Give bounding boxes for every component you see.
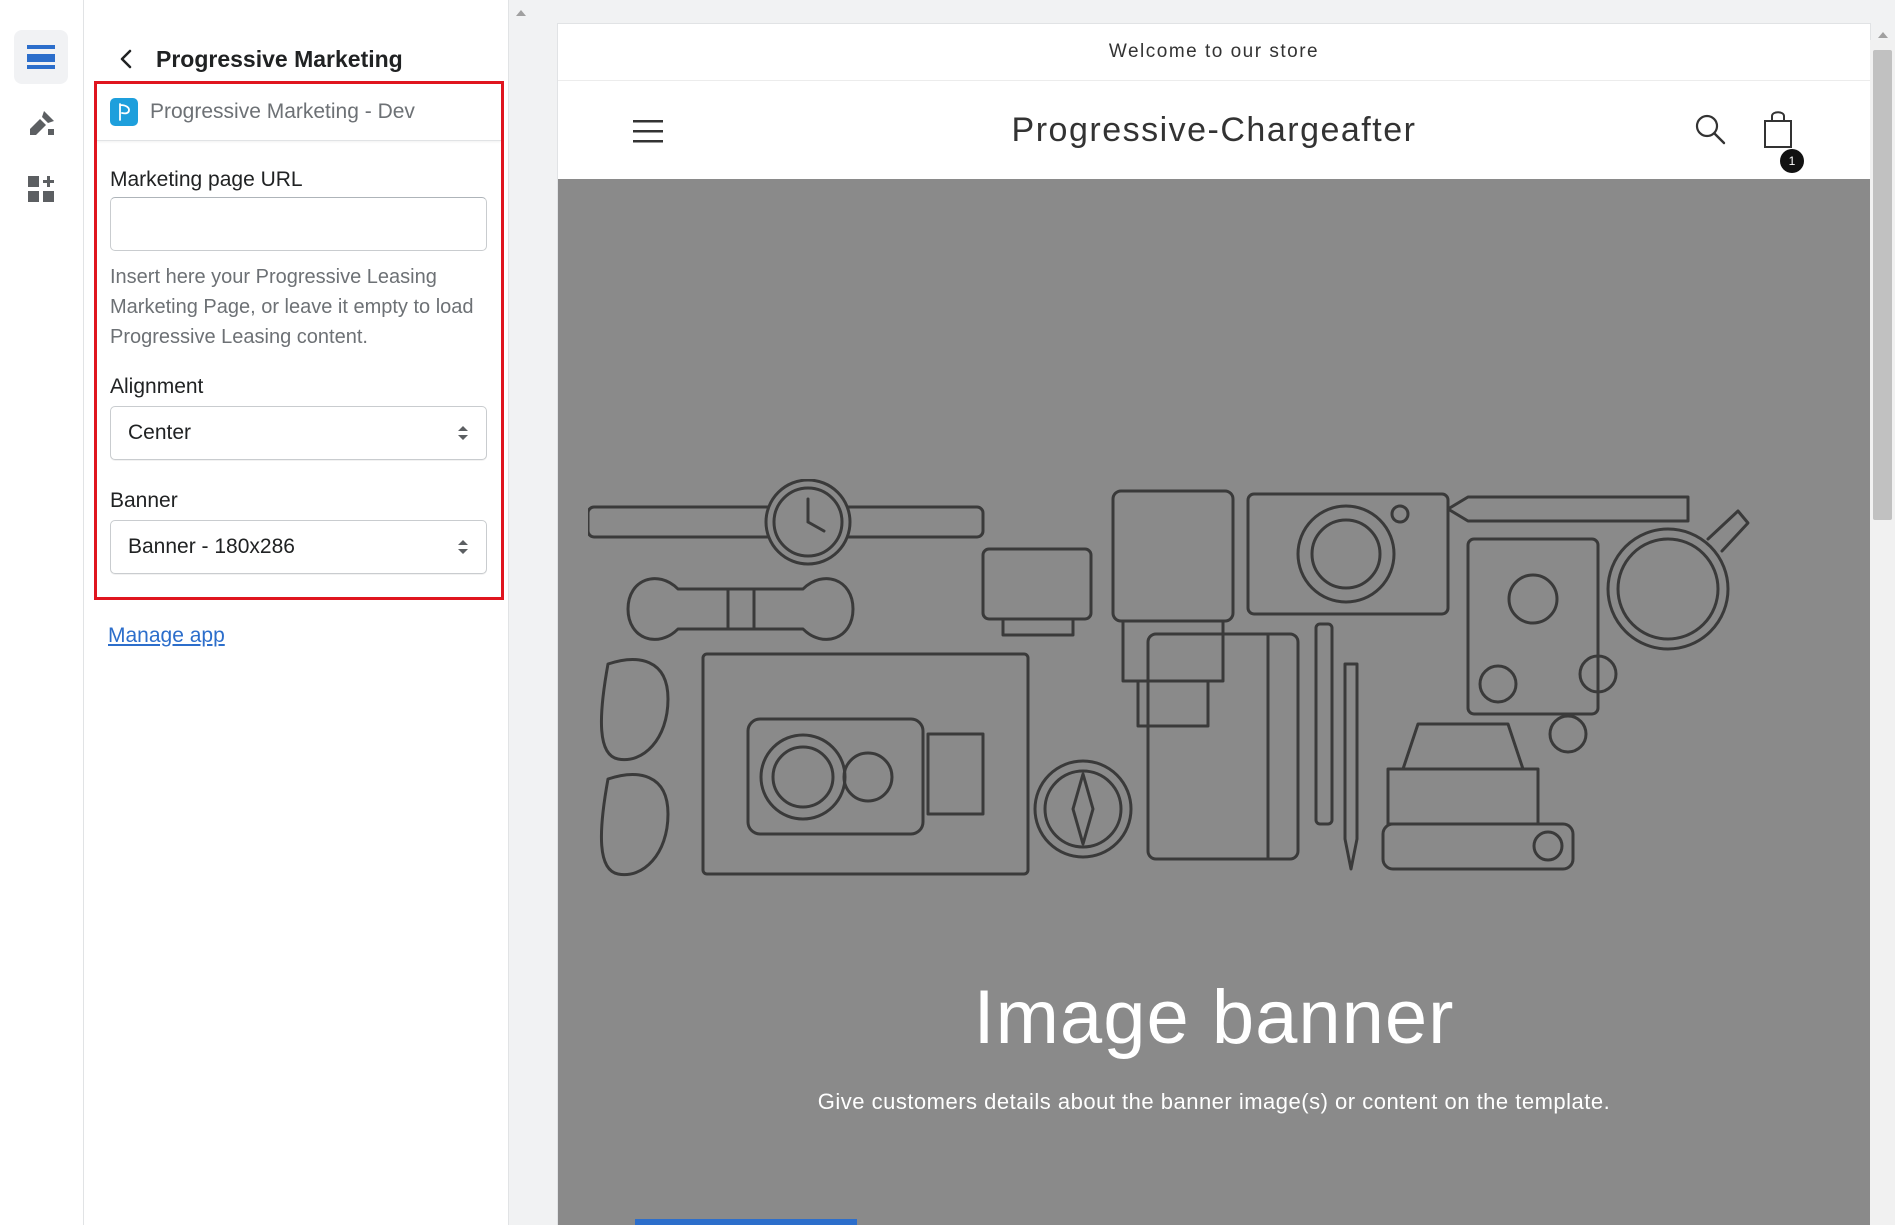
search-icon[interactable] <box>1694 113 1726 145</box>
store-header: Progressive-Chargeafter 1 <box>558 81 1870 179</box>
alignment-value: Center <box>128 421 192 444</box>
scrollbar-thumb[interactable] <box>1873 50 1892 520</box>
store-preview: Welcome to our store Progressive-Chargea… <box>558 24 1870 1225</box>
chevron-left-icon <box>120 49 132 69</box>
url-label: Marketing page URL <box>110 168 303 191</box>
banner-value: Banner - 180x286 <box>128 535 295 558</box>
banner-button[interactable] <box>635 1219 857 1225</box>
panel-header: Progressive Marketing <box>84 36 509 82</box>
select-caret-icon <box>458 540 468 554</box>
cart-count-badge: 1 <box>1780 149 1804 173</box>
sections-icon <box>27 45 55 69</box>
theme-settings-icon <box>30 111 54 135</box>
alignment-label: Alignment <box>110 375 204 398</box>
announcement-bar: Welcome to our store <box>558 24 1870 81</box>
icon-rail <box>0 0 84 1225</box>
marketing-url-input[interactable] <box>110 197 487 251</box>
sections-button[interactable] <box>14 30 68 84</box>
scroll-up-arrow-icon[interactable] <box>1876 30 1890 40</box>
app-block-header[interactable]: Progressive Marketing - Dev <box>97 84 501 141</box>
url-help-text: Insert here your Progressive Leasing Mar… <box>110 266 474 348</box>
manage-app-link[interactable]: Manage app <box>108 624 225 648</box>
image-banner: Image banner Give customers details abou… <box>558 179 1870 1225</box>
banner-label: Banner <box>110 489 178 512</box>
select-caret-icon <box>458 426 468 440</box>
app-embeds-button[interactable] <box>14 162 68 216</box>
app-block-settings: Progressive Marketing - Dev Marketing pa… <box>94 81 504 600</box>
cart-icon[interactable] <box>1759 107 1797 149</box>
back-button[interactable] <box>106 39 146 79</box>
banner-heading: Image banner <box>973 975 1455 1060</box>
banner-select[interactable]: Banner - 180x286 <box>110 520 487 574</box>
alignment-select[interactable]: Center <box>110 406 487 460</box>
banner-description: Give customers details about the banner … <box>817 1089 1611 1114</box>
progressive-logo-icon <box>110 98 138 126</box>
app-name: Progressive Marketing - Dev <box>150 100 415 123</box>
app-embeds-icon <box>28 176 54 202</box>
panel-title: Progressive Marketing <box>156 45 403 72</box>
travel-items-illustration <box>588 479 1750 877</box>
theme-settings-button[interactable] <box>14 97 68 151</box>
store-name[interactable]: Progressive-Chargeafter <box>558 111 1870 150</box>
scroll-up-arrow-icon[interactable] <box>515 8 527 18</box>
